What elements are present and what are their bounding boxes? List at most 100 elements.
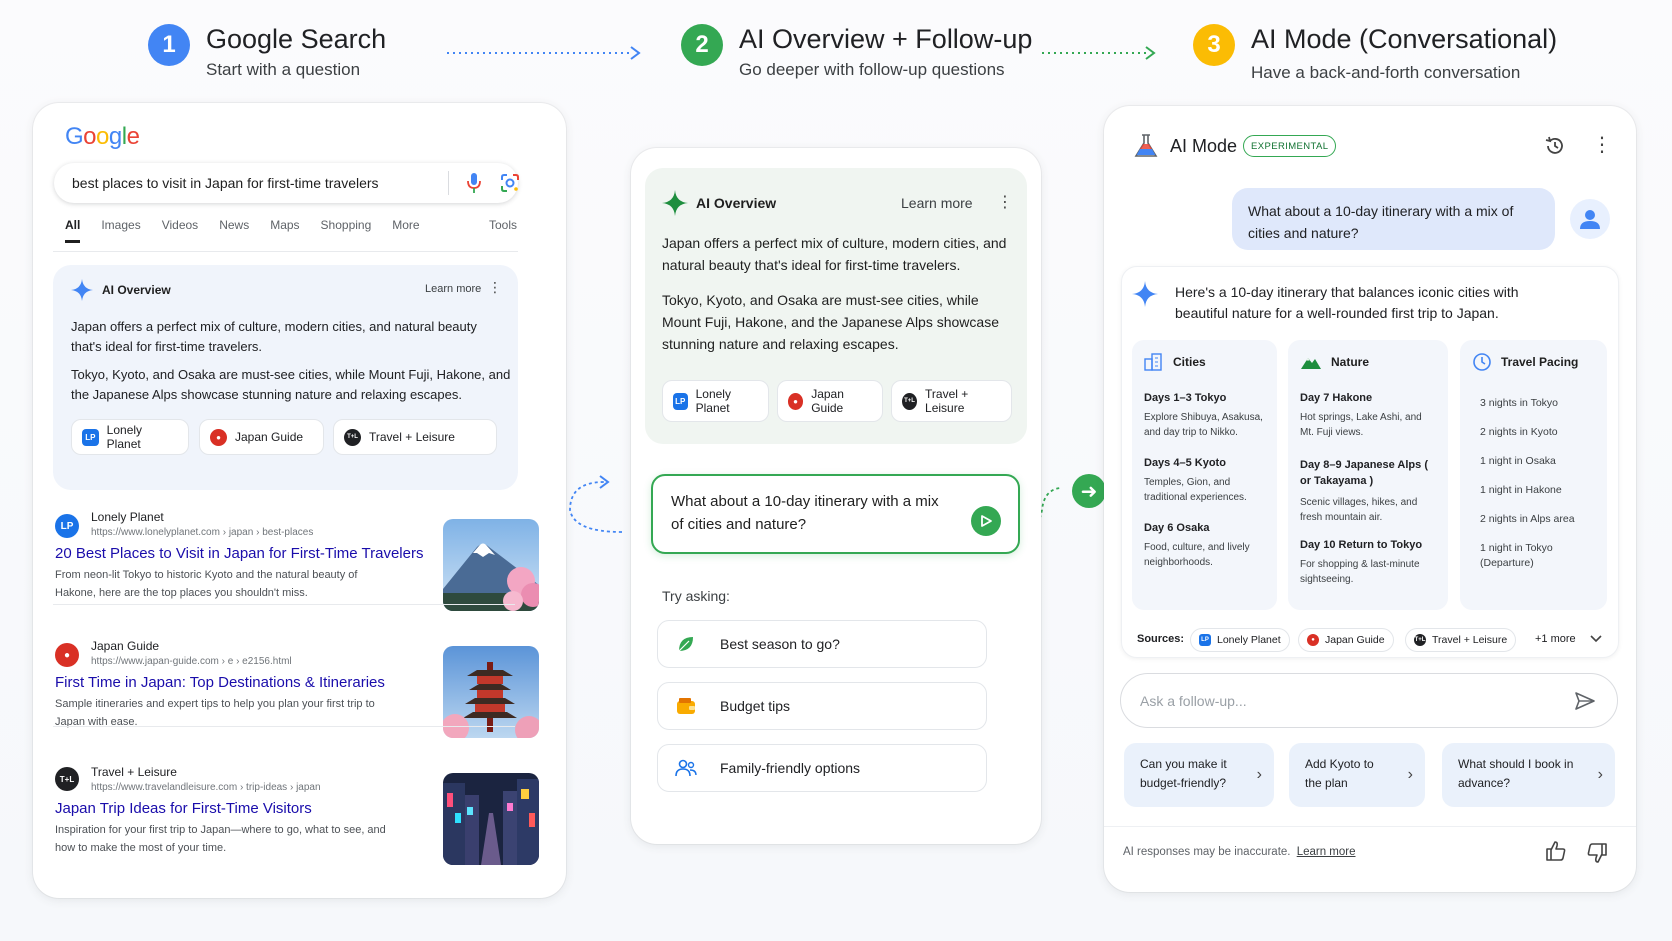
source-chip-japan-guide[interactable]: ● Japan Guide [1298,628,1394,652]
flask-icon [1134,134,1158,157]
thumbs-up-icon[interactable] [1545,840,1567,862]
send-icon[interactable] [1574,690,1596,712]
pagoda-thumbnail[interactable] [443,646,539,738]
send-button[interactable] [971,506,1001,536]
pacing-item: 2 nights in Alps area [1480,513,1575,525]
more-options-icon[interactable]: ⋮ [488,280,502,294]
arrow-right-circle-icon: ➜ [1072,474,1106,508]
result-snippet: From neon-lit Tokyo to historic Kyoto an… [55,569,358,599]
thumbs-down-icon[interactable] [1586,842,1608,864]
source-chip-japan-guide[interactable]: ● Japan Guide [199,419,324,455]
source-chip-lonely-planet[interactable]: LP Lonely Planet [1190,628,1290,652]
japan-guide-logo-icon: ● [210,428,227,446]
source-name: Lonely Planet [106,423,143,451]
suggestion-family-friendly[interactable]: Family-friendly options [657,744,987,792]
curved-arrow-icon [569,475,623,533]
source-chip-travel-leisure[interactable]: T+L Travel + Leisure [891,380,1012,422]
pacing-item: 2 nights in Kyoto [1480,426,1558,438]
arrow-right-icon [447,46,641,60]
google-lens-icon[interactable] [500,173,520,193]
tab-videos[interactable]: Videos [162,218,198,243]
step-1-header: 1 Google Search Start with a question [148,22,386,80]
search-input[interactable]: best places to visit in Japan for first-… [54,163,520,203]
history-icon[interactable] [1544,135,1566,157]
source-chip-lonely-planet[interactable]: LP Lonely Planet [662,380,769,422]
follow-up-input[interactable]: What about a 10-day itinerary with a mix… [651,474,1020,554]
japan-guide-logo-icon: ● [55,643,79,667]
suggestion-label: Add Kyoto to the plan [1305,757,1374,790]
travel-leisure-logo-icon: T+L [55,767,79,791]
japan-guide-logo-icon: ● [788,392,804,410]
source-chip-lonely-planet[interactable]: LP Lonely Planet [71,419,189,455]
column-title: Cities [1173,355,1206,369]
people-icon [675,759,697,777]
pacing-item: 1 night in Osaka [1480,455,1556,467]
tab-images[interactable]: Images [101,218,140,243]
step-subtitle: Go deeper with follow-up questions [739,60,1005,79]
learn-more-link[interactable]: Learn more [901,195,973,211]
send-icon [981,515,992,527]
more-options-icon[interactable]: ⋮ [997,192,1013,212]
mount-fuji-thumbnail[interactable] [443,519,539,611]
source-chip-japan-guide[interactable]: ● Japan Guide [777,380,883,422]
google-logo: Google [65,123,140,150]
tokyo-street-thumbnail[interactable] [443,773,539,865]
itinerary-item-title: Day 10 Return to Tokyo [1300,539,1423,551]
suggestion-best-season[interactable]: Best season to go? [657,620,987,668]
suggestion-budget-tips[interactable]: Budget tips [657,682,987,730]
experimental-badge: EXPERIMENTAL [1243,135,1337,157]
tab-news[interactable]: News [219,218,249,243]
suggestion-label: Budget tips [720,698,791,714]
suggestion-label: What should I book in advance? [1458,757,1574,790]
step-title: AI Overview + Follow-up [739,24,1033,54]
source-name: Japan Guide [235,430,304,444]
tab-more[interactable]: More [392,218,419,243]
learn-more-link[interactable]: Learn more [425,283,481,295]
tab-shopping[interactable]: Shopping [321,218,372,243]
disclaimer: AI responses may be inaccurate. Learn mo… [1123,846,1356,858]
more-options-icon[interactable]: ⋮ [1592,132,1612,157]
follow-up-question: What about a 10-day itinerary with a mix… [671,493,939,533]
source-chip-travel-leisure[interactable]: T+L Travel + Leisure [333,419,497,455]
ai-response-intro: Here's a 10-day itinerary that balances … [1175,284,1519,321]
more-sources-link[interactable]: +1 more [1535,633,1576,645]
overview-paragraph: Tokyo, Kyoto, and Osaka are must-see cit… [71,367,511,402]
source-name: Lonely Planet [695,387,731,415]
chevron-right-icon: › [1407,766,1413,783]
divider [53,726,515,727]
itinerary-item-desc: For shopping & last-minute sightseeing. [1300,559,1420,585]
suggestion-book-in-advance[interactable]: What should I book in advance? › [1442,743,1615,807]
column-title: Travel Pacing [1501,355,1579,369]
gemini-sparkle-icon [71,279,93,301]
itinerary-item-title: Days 1–3 Tokyo [1144,392,1227,404]
tab-tools[interactable]: Tools [489,218,517,243]
chevron-down-icon[interactable] [1590,634,1602,644]
search-tabs: All Images Videos News Maps Shopping Mor… [65,218,517,243]
chevron-right-icon: › [1256,766,1262,783]
user-avatar[interactable] [1570,199,1610,239]
suggestion-label: Family-friendly options [720,760,861,776]
lonely-planet-logo-icon: LP [673,392,688,410]
lonely-planet-logo-icon: LP [55,514,79,538]
suggestion-add-kyoto[interactable]: Add Kyoto to the plan › [1289,743,1425,807]
google-search-panel: Google best places to visit in Japan for… [33,103,566,898]
wallet-icon [677,698,695,714]
learn-more-link[interactable]: Learn more [1297,846,1356,858]
tab-all[interactable]: All [65,218,81,243]
clock-icon [1473,353,1491,371]
source-name: Lonely Planet [1217,634,1281,646]
microphone-icon[interactable] [466,172,482,194]
travel-leisure-logo-icon: T+L [344,428,361,446]
source-name: Travel + Leisure [369,430,455,444]
step-number: 2 [681,24,723,66]
source-name: Travel + Leisure [925,387,969,415]
suggestion-budget-friendly[interactable]: Can you make it budget-friendly? › [1124,743,1274,807]
person-icon [1580,210,1600,229]
suggestion-label: Can you make it budget-friendly? [1140,757,1227,790]
input-placeholder: Ask a follow-up... [1140,693,1247,709]
ai-overview-title: AI Overview [102,283,171,297]
source-chip-travel-leisure[interactable]: T+L Travel + Leisure [1405,628,1517,652]
tab-maps[interactable]: Maps [270,218,299,243]
ask-follow-up-input[interactable]: Ask a follow-up... [1120,673,1618,728]
arrow-right-icon [1042,46,1156,60]
